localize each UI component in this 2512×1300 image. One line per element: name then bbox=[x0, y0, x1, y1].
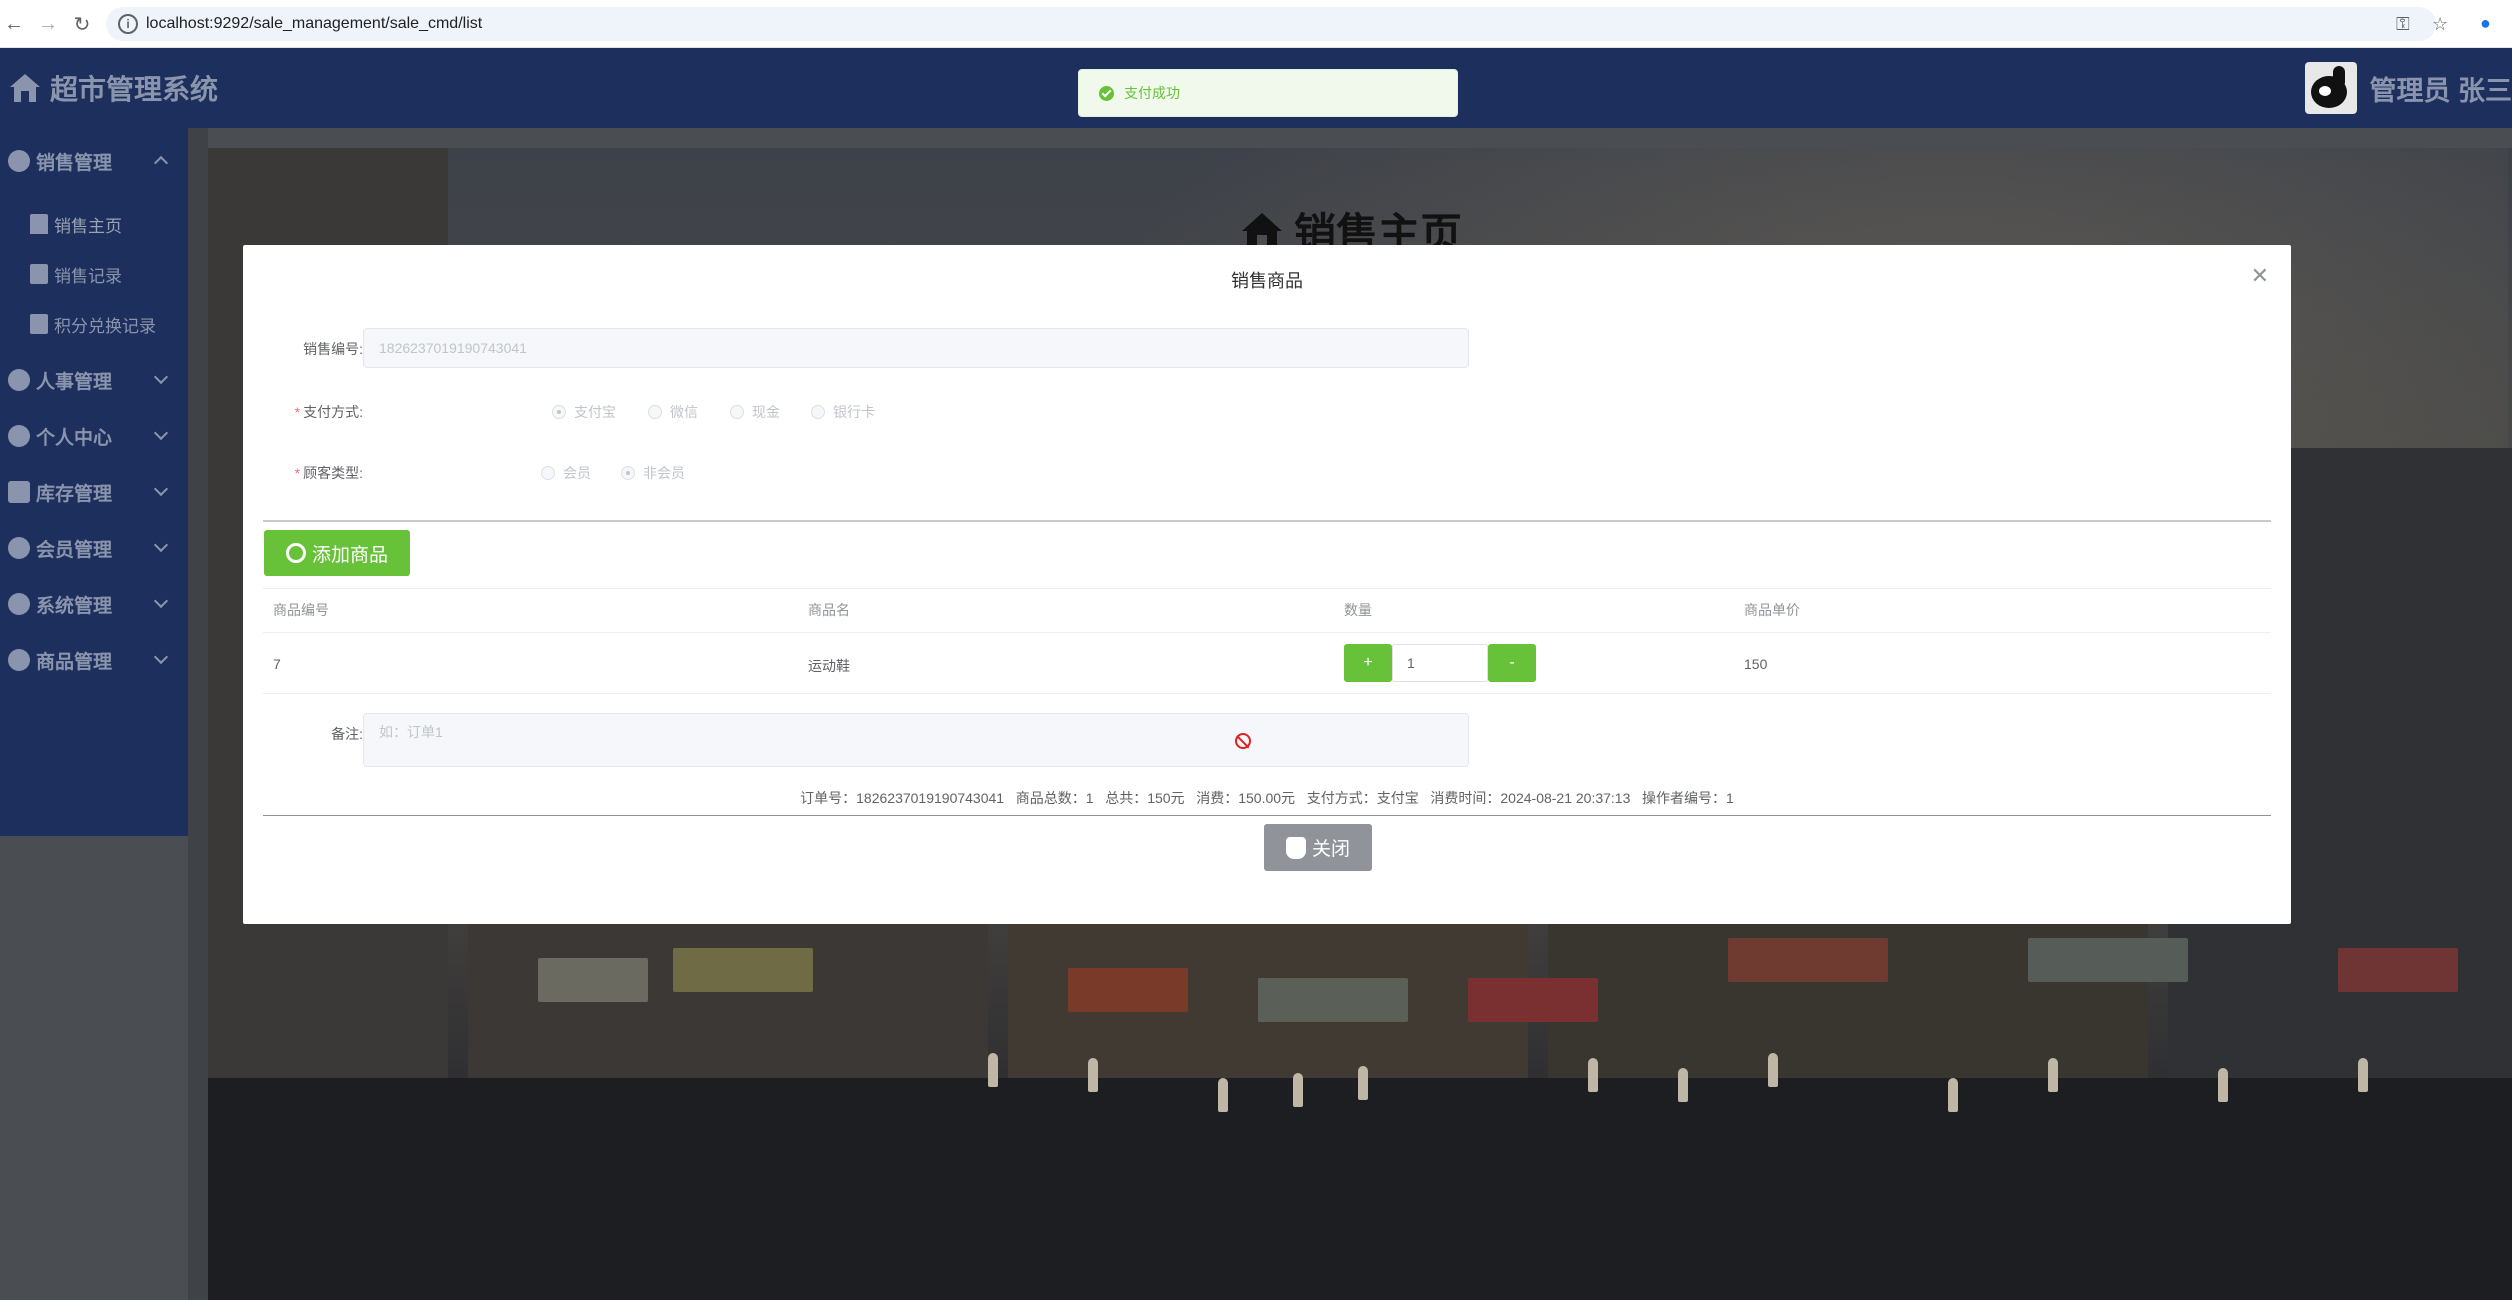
document-icon bbox=[30, 314, 48, 334]
increase-qty-button[interactable]: + bbox=[1344, 644, 1392, 682]
payment-radio-cash[interactable]: 现金 bbox=[730, 402, 780, 422]
radio-dot bbox=[621, 466, 635, 480]
warehouse-icon bbox=[8, 481, 30, 503]
sale-no-label: 销售编号: bbox=[303, 341, 363, 357]
forward-icon[interactable]: → bbox=[34, 10, 62, 38]
column-header-id: 商品编号 bbox=[273, 602, 329, 618]
product-icon bbox=[8, 649, 30, 671]
chevron-down-icon bbox=[153, 425, 169, 441]
dialog-title: 销售商品 bbox=[1231, 271, 1303, 291]
sidebar-item-label: 系统管理 bbox=[36, 595, 113, 617]
browser-toolbar: ← → ↻ i localhost:9292/sale_management/s… bbox=[0, 0, 2512, 48]
sidebar-subitem-label: 积分兑换记录 bbox=[54, 316, 156, 336]
sidebar-gutter bbox=[188, 128, 208, 1300]
sale-no-input[interactable]: 1826237019190743041 bbox=[363, 328, 1469, 368]
reload-icon[interactable]: ↻ bbox=[68, 10, 96, 38]
sidebar-subitem-sales-home[interactable]: 销售主页 bbox=[0, 199, 188, 249]
remark-label: 备注: bbox=[331, 726, 363, 742]
divider bbox=[263, 815, 2271, 816]
user-label[interactable]: 管理员 张三 bbox=[2369, 69, 2512, 108]
shield-icon bbox=[8, 150, 30, 172]
radio-dot bbox=[648, 405, 662, 419]
house-icon bbox=[10, 74, 40, 102]
sidebar-item-members[interactable]: 会员管理 bbox=[0, 523, 188, 573]
order-summary: 订单号：1826237019190743041 商品总数：1 总共：150元 消… bbox=[800, 790, 1734, 806]
app-title: 超市管理系统 bbox=[50, 74, 219, 105]
chevron-down-icon bbox=[153, 481, 169, 497]
cell-product-id: 7 bbox=[273, 656, 281, 672]
url-text[interactable]: localhost:9292/sale_management/sale_cmd/… bbox=[146, 15, 482, 33]
chevron-down-icon bbox=[153, 537, 169, 553]
close-button[interactable]: 关闭 bbox=[1264, 824, 1372, 871]
house-icon bbox=[30, 214, 48, 234]
sidebar-subitem-label: 销售主页 bbox=[54, 216, 122, 236]
key-icon[interactable]: ⚿ bbox=[2396, 14, 2410, 35]
payment-radio-alipay[interactable]: 支付宝 bbox=[552, 402, 616, 422]
sidebar-item-system[interactable]: 系统管理 bbox=[0, 579, 188, 629]
address-bar[interactable]: i localhost:9292/sale_management/sale_cm… bbox=[106, 7, 2448, 41]
cell-product-name: 运动鞋 bbox=[808, 658, 850, 674]
sale-dialog: 销售商品 ✕ 销售编号: 1826237019190743041 * 支付方式: … bbox=[243, 245, 2291, 924]
sidebar-item-label: 人事管理 bbox=[36, 371, 113, 393]
radio-dot bbox=[541, 466, 555, 480]
chevron-down-icon bbox=[153, 649, 169, 665]
site-info-icon[interactable]: i bbox=[118, 14, 138, 34]
sidebar-item-label: 商品管理 bbox=[36, 651, 113, 673]
not-allowed-cursor-icon bbox=[1235, 733, 1251, 749]
chevron-up-icon bbox=[153, 155, 169, 171]
sidebar-item-label: 库存管理 bbox=[36, 483, 113, 505]
star-icon[interactable]: ☆ bbox=[2432, 14, 2448, 35]
payment-radio-bankcard[interactable]: 银行卡 bbox=[811, 402, 875, 422]
quantity-input[interactable]: 1 bbox=[1392, 644, 1488, 682]
chevron-down-icon bbox=[153, 369, 169, 385]
column-header-price: 商品单价 bbox=[1744, 602, 1800, 618]
remark-textarea[interactable]: 如：订单1 bbox=[363, 713, 1469, 767]
sidebar-item-profile[interactable]: 个人中心 bbox=[0, 411, 188, 461]
required-mark: * bbox=[294, 404, 301, 420]
radio-dot bbox=[811, 405, 825, 419]
cell-product-price: 150 bbox=[1744, 656, 1768, 672]
add-circle-icon bbox=[285, 543, 306, 563]
back-icon[interactable]: ← bbox=[0, 10, 28, 38]
sidebar-subitem-sales-records[interactable]: 销售记录 bbox=[0, 249, 188, 299]
required-mark: * bbox=[294, 465, 301, 481]
hand-icon bbox=[1285, 836, 1306, 859]
column-header-qty: 数量 bbox=[1344, 602, 1372, 618]
customer-radio-member[interactable]: 会员 bbox=[541, 463, 591, 483]
sidebar-item-sales[interactable]: 销售管理 bbox=[0, 136, 188, 186]
close-icon[interactable]: ✕ bbox=[2251, 263, 2269, 289]
toast-message: 支付成功 bbox=[1124, 85, 1180, 101]
gear-icon bbox=[8, 593, 30, 615]
avatar[interactable] bbox=[2305, 62, 2358, 114]
payment-radio-wechat[interactable]: 微信 bbox=[648, 402, 698, 422]
people-icon bbox=[8, 369, 30, 391]
sidebar-item-products[interactable]: 商品管理 bbox=[0, 635, 188, 685]
check-circle-icon bbox=[1099, 85, 1114, 101]
sidebar-subitem-label: 销售记录 bbox=[54, 266, 122, 286]
success-toast: 支付成功 bbox=[1078, 69, 1458, 117]
radio-dot bbox=[552, 405, 566, 419]
add-product-button[interactable]: 添加商品 bbox=[264, 530, 410, 576]
radio-dot bbox=[730, 405, 744, 419]
sidebar-item-label: 个人中心 bbox=[36, 427, 113, 449]
divider bbox=[263, 520, 2271, 522]
payment-label: * 支付方式: bbox=[294, 404, 363, 420]
customer-radio-nonmember[interactable]: 非会员 bbox=[621, 463, 685, 483]
decrease-qty-button[interactable]: - bbox=[1488, 644, 1536, 682]
member-icon bbox=[8, 537, 30, 559]
sidebar: 销售管理 销售主页 销售记录 积分兑换记录 人事管理 个人中心 库存管理 会员管… bbox=[0, 128, 188, 836]
user-icon bbox=[8, 425, 30, 447]
customer-type-label: * 顾客类型: bbox=[294, 465, 363, 481]
sidebar-item-hr[interactable]: 人事管理 bbox=[0, 355, 188, 405]
chevron-down-icon bbox=[153, 593, 169, 609]
sidebar-item-label: 会员管理 bbox=[36, 539, 113, 561]
document-icon bbox=[30, 264, 48, 284]
column-header-name: 商品名 bbox=[808, 602, 850, 618]
sidebar-item-label: 销售管理 bbox=[36, 152, 113, 174]
app-logo: 超市管理系统 bbox=[8, 68, 218, 108]
profile-icon[interactable]: ● bbox=[2480, 13, 2491, 34]
sidebar-item-inventory[interactable]: 库存管理 bbox=[0, 467, 188, 517]
user-menu[interactable]: 管理员 张三 bbox=[2305, 62, 2512, 114]
sidebar-subitem-points-records[interactable]: 积分兑换记录 bbox=[0, 299, 188, 349]
